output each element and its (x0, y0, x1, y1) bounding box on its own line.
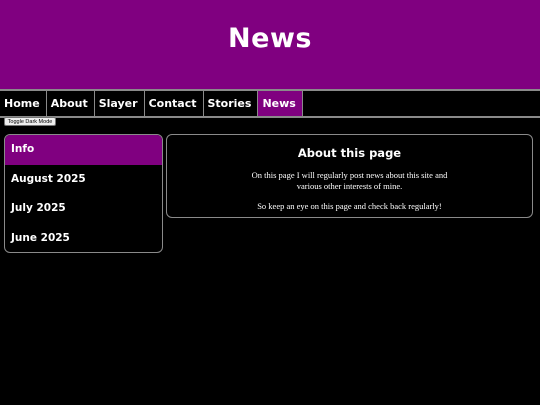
sidebar: Info August 2025 July 2025 June 2025 (4, 134, 163, 253)
content-paragraph-intro: On this page I will regularly post news … (251, 170, 448, 191)
toggle-dark-mode-button[interactable]: Toggle Dark Mode (4, 117, 56, 126)
sidebar-item-august-2025[interactable]: August 2025 (5, 165, 162, 195)
content-panel: About this page On this page I will regu… (166, 134, 533, 218)
sidebar-item-july-2025[interactable]: July 2025 (5, 194, 162, 224)
nav-item-about[interactable]: About (47, 91, 95, 116)
nav-item-slayer[interactable]: Slayer (95, 91, 145, 116)
content-title: About this page (297, 146, 402, 160)
content-paragraph-reminder: So keep an eye on this page and check ba… (257, 201, 442, 211)
page-title: News (228, 23, 312, 54)
main-nav: Home About Slayer Contact Stories News (0, 89, 540, 118)
nav-item-contact[interactable]: Contact (145, 91, 204, 116)
sidebar-item-june-2025[interactable]: June 2025 (5, 224, 162, 253)
nav-item-stories[interactable]: Stories (204, 91, 259, 116)
nav-item-news[interactable]: News (258, 91, 303, 116)
page-header: News (0, 0, 540, 89)
nav-item-home[interactable]: Home (0, 91, 47, 116)
sidebar-item-info[interactable]: Info (5, 135, 162, 165)
